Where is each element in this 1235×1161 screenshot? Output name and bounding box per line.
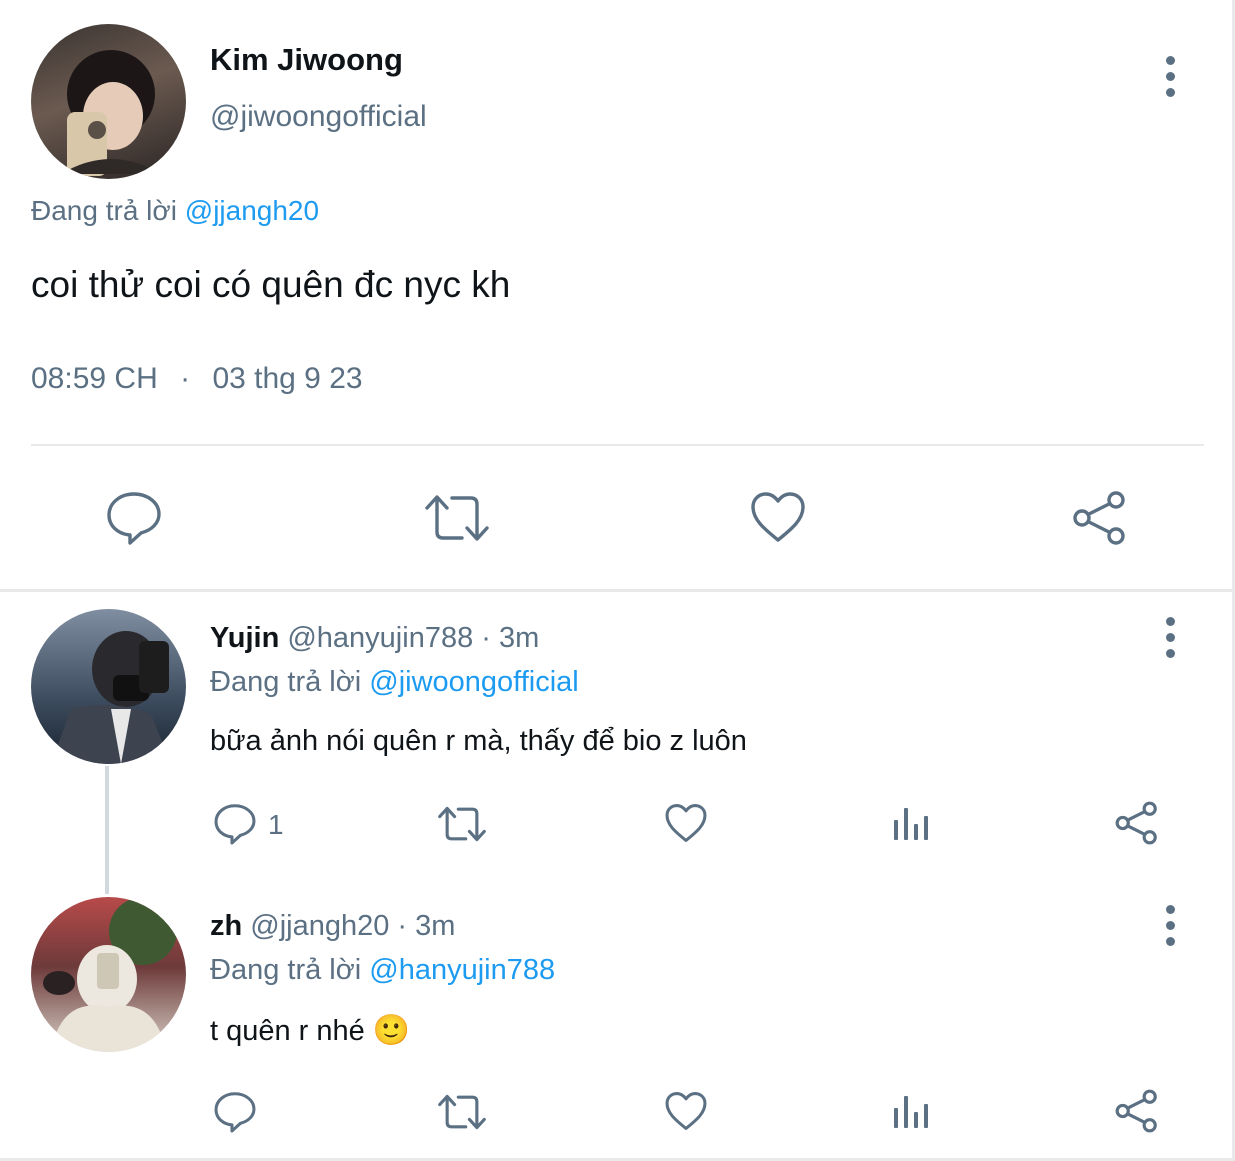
replying-to-link[interactable]: @jiwoongofficial — [369, 666, 578, 698]
main-timestamp: 08:59 CH · 03 thg 9 23 — [31, 362, 363, 396]
reply-icon[interactable] — [105, 490, 163, 546]
reply1-reply-count: 1 — [268, 809, 284, 840]
reply2-share-icon[interactable] — [1114, 1088, 1160, 1134]
reply2-text-line: t quên r nhé 🙂 — [210, 1013, 410, 1048]
smile-emoji-icon: 🙂 — [372, 1014, 411, 1047]
share-icon[interactable] — [1071, 490, 1129, 546]
reply1-avatar[interactable] — [31, 609, 186, 764]
reply2-more-icon[interactable] — [1166, 905, 1176, 953]
main-author-handle[interactable]: @jiwoongofficial — [210, 100, 427, 134]
reply1-header: Yujin @hanyujin788 · 3m — [210, 622, 539, 655]
thread-line — [105, 766, 109, 894]
reply1-author-meta[interactable]: @hanyujin788 · 3m — [287, 622, 539, 654]
reply2-retweet-icon[interactable] — [436, 1092, 488, 1132]
replying-to-link[interactable]: @jjangh20 — [185, 195, 319, 226]
timestamp-separator: · — [180, 362, 191, 395]
main-author-avatar[interactable] — [31, 24, 186, 179]
reply2-like-icon[interactable] — [664, 1090, 708, 1132]
reply2-avatar[interactable] — [31, 897, 186, 1052]
main-author-name[interactable]: Kim Jiwoong — [210, 42, 403, 78]
reply2-author-name[interactable]: zh — [210, 910, 242, 942]
reply2-reply-icon[interactable] — [213, 1090, 257, 1134]
tweet-time: 08:59 CH — [31, 362, 158, 395]
reply1-reply-icon[interactable] — [213, 802, 257, 846]
reply1-author-name[interactable]: Yujin — [210, 622, 279, 654]
reply2-author-meta[interactable]: @jjangh20 · 3m — [250, 910, 455, 942]
reply1-text: bữa ảnh nói quên r mà, thấy để bio z luô… — [210, 725, 747, 757]
reply1-share-icon[interactable] — [1114, 800, 1160, 846]
main-divider — [31, 444, 1204, 446]
reply2-text: t quên r nhé — [210, 1015, 365, 1047]
reply2-views-icon[interactable] — [892, 1090, 932, 1130]
retweet-icon[interactable] — [422, 492, 492, 544]
replying-prefix: Đang trả lời — [210, 666, 362, 698]
replying-prefix: Đang trả lời — [210, 954, 362, 986]
main-replying-line: Đang trả lời @jjangh20 — [31, 195, 319, 227]
main-more-icon[interactable] — [1166, 56, 1176, 104]
reply1-retweet-icon[interactable] — [436, 804, 488, 844]
main-tweet-text: coi thử coi có quên đc nyc kh — [31, 264, 511, 305]
reply1-like-icon[interactable] — [664, 802, 708, 844]
tweet-date: 03 thg 9 23 — [212, 362, 363, 395]
reply2-replying-line: Đang trả lời @hanyujin788 — [210, 954, 555, 987]
section-divider — [0, 589, 1235, 592]
replying-to-link[interactable]: @hanyujin788 — [369, 954, 555, 986]
reply2-header: zh @jjangh20 · 3m — [210, 910, 455, 943]
reply1-replying-line: Đang trả lời @jiwoongofficial — [210, 666, 579, 699]
replying-prefix: Đang trả lời — [31, 195, 177, 226]
like-icon[interactable] — [749, 490, 807, 544]
reply1-more-icon[interactable] — [1166, 617, 1176, 665]
reply1-views-icon[interactable] — [892, 802, 932, 842]
